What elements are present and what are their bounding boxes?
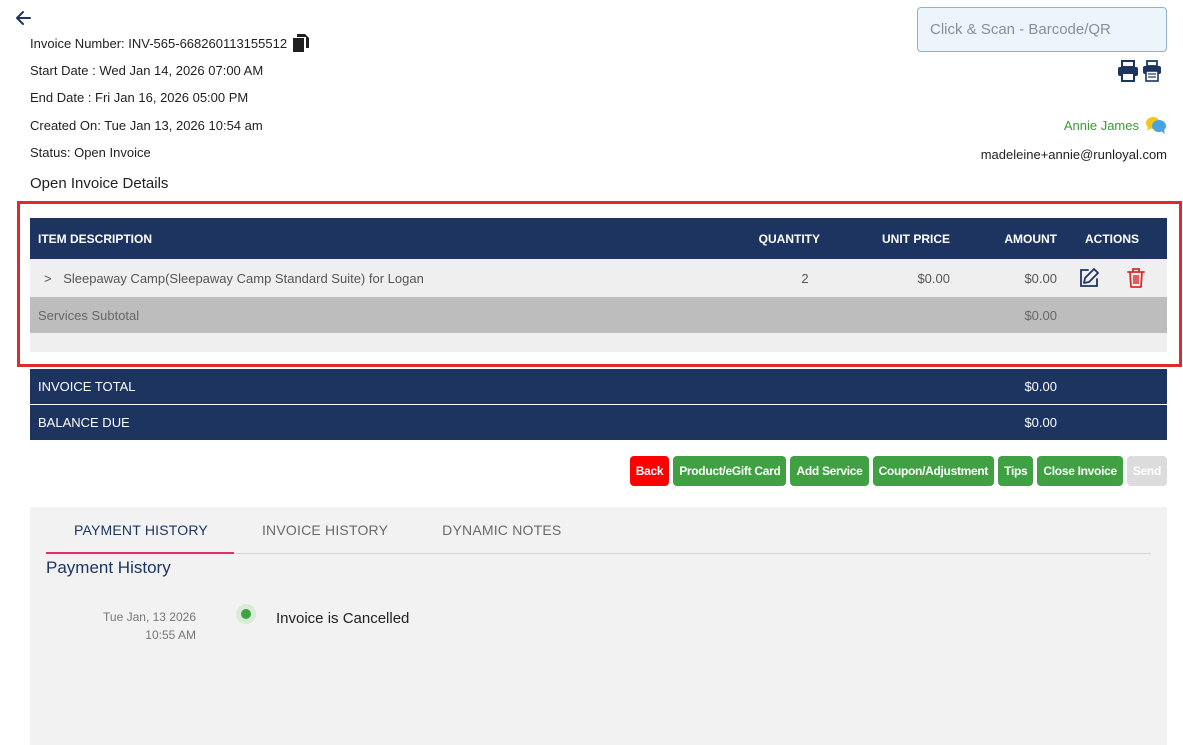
history-panel: PAYMENT HISTORY INVOICE HISTORY DYNAMIC …: [30, 507, 1167, 745]
receipt-print-icon[interactable]: [1142, 60, 1162, 82]
invoice-number-row: Invoice Number: INV-565-668260113155512: [30, 34, 310, 52]
totals-section: INVOICE TOTAL $0.00 BALANCE DUE $0.00: [30, 369, 1167, 441]
section-title: Open Invoice Details: [30, 175, 169, 192]
customer-email: madeleine+annie@runloyal.com: [980, 147, 1167, 162]
invoice-total-row: INVOICE TOTAL $0.00: [30, 369, 1167, 404]
back-button[interactable]: Back: [629, 456, 670, 486]
table-header: ITEM DESCRIPTION QUANTITY UNIT PRICE AMO…: [30, 218, 1167, 259]
invoice-status: Status: Open Invoice: [30, 145, 151, 160]
print-actions: [1117, 60, 1162, 82]
item-unit-price: $0.00: [917, 270, 950, 286]
product-egift-card-button[interactable]: Product/eGift Card: [673, 456, 787, 486]
item-quantity: 2: [730, 271, 820, 286]
balance-due-value: $0.00: [1024, 415, 1057, 430]
invoice-total-label: INVOICE TOTAL: [38, 379, 136, 394]
start-date: Start Date : Wed Jan 14, 2026 07:00 AM: [30, 63, 264, 78]
history-date: Tue Jan, 13 2026: [103, 610, 196, 624]
send-button[interactable]: Send: [1126, 456, 1167, 486]
copy-icon[interactable]: [293, 34, 310, 52]
history-time: 10:55 AM: [145, 628, 196, 642]
customer-name[interactable]: Annie James: [1064, 116, 1167, 134]
arrow-left-icon[interactable]: [14, 8, 34, 28]
chat-bubbles-icon[interactable]: [1145, 116, 1167, 134]
coupon-adjustment-button[interactable]: Coupon/Adjustment: [872, 456, 995, 486]
barcode-scan-input[interactable]: [917, 7, 1167, 52]
history-entry-date: Tue Jan, 13 2026 10:55 AM: [60, 608, 196, 644]
history-tabs: PAYMENT HISTORY INVOICE HISTORY DYNAMIC …: [46, 507, 1151, 554]
header-amount: AMOUNT: [1004, 231, 1057, 246]
created-on: Created On: Tue Jan 13, 2026 10:54 am: [30, 118, 263, 133]
tab-dynamic-notes[interactable]: DYNAMIC NOTES: [414, 507, 587, 554]
item-actions: [1057, 267, 1167, 289]
invoice-actions: Back Product/eGift Card Add Service Coup…: [629, 456, 1167, 486]
item-description: Sleepaway Camp(Sleepaway Camp Standard S…: [63, 270, 424, 286]
invoice-total-value: $0.00: [1024, 379, 1057, 394]
history-entry-text: Invoice is Cancelled: [276, 610, 410, 627]
header-description: ITEM DESCRIPTION: [38, 231, 153, 246]
history-title: Payment History: [46, 558, 171, 577]
item-description-cell: > Sleepaway Camp(Sleepaway Camp Standard…: [30, 271, 730, 286]
status-dot-icon: [236, 604, 256, 624]
close-invoice-button[interactable]: Close Invoice: [1037, 456, 1123, 486]
balance-due-row: BALANCE DUE $0.00: [30, 405, 1167, 440]
trash-icon[interactable]: [1126, 267, 1146, 289]
expand-toggle[interactable]: >: [44, 271, 52, 286]
tips-button[interactable]: Tips: [998, 456, 1034, 486]
invoice-number: Invoice Number: INV-565-668260113155512: [30, 35, 288, 51]
subtotal-row: Services Subtotal $0.00: [30, 297, 1167, 333]
add-service-button[interactable]: Add Service: [790, 456, 869, 486]
print-icon[interactable]: [1117, 60, 1139, 82]
customer-name-text[interactable]: Annie James: [1064, 118, 1139, 133]
tab-payment-history[interactable]: PAYMENT HISTORY: [46, 507, 234, 554]
empty-row: [30, 333, 1167, 352]
subtotal-amount: $0.00: [1024, 307, 1057, 323]
item-quantity-value: 2: [801, 270, 809, 286]
tab-invoice-history[interactable]: INVOICE HISTORY: [234, 507, 414, 554]
header-unit-price: UNIT PRICE: [881, 231, 950, 246]
header-quantity: QUANTITY: [758, 231, 820, 246]
table-row: > Sleepaway Camp(Sleepaway Camp Standard…: [30, 259, 1167, 297]
item-amount: $0.00: [1024, 270, 1057, 286]
subtotal-label: Services Subtotal: [38, 307, 140, 323]
header-actions: ACTIONS: [1085, 231, 1139, 246]
end-date: End Date : Fri Jan 16, 2026 05:00 PM: [30, 90, 249, 105]
invoice-items-table: ITEM DESCRIPTION QUANTITY UNIT PRICE AMO…: [30, 218, 1167, 352]
edit-icon[interactable]: [1078, 267, 1100, 289]
balance-due-label: BALANCE DUE: [38, 415, 130, 430]
